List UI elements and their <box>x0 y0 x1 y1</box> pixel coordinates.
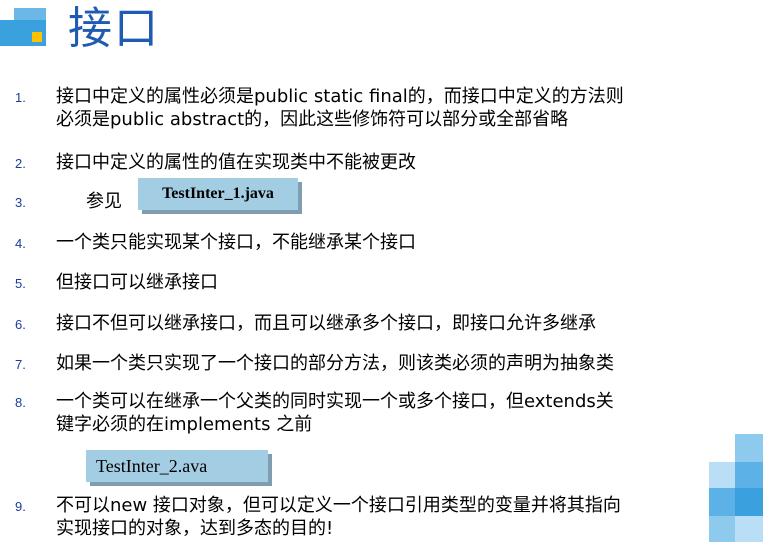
header-blue-square-top <box>14 8 46 22</box>
code-file-box-2: TestInter_2.ava <box>86 450 268 482</box>
item-number: 1. <box>15 90 26 105</box>
item-text-line: 但接口可以继承接口 <box>56 272 218 293</box>
item-number: 9. <box>15 499 26 514</box>
item-prefix-text: 参见 <box>86 191 122 212</box>
item-text-line: 必须是public abstract的，因此这些修饰符可以部分或全部省略 <box>56 109 569 130</box>
item-number: 3. <box>15 195 26 210</box>
item-text-line: 不可以new 接口对象，但可以定义一个接口引用类型的变量并将其指向 <box>56 495 621 516</box>
item-text-line: 一个类可以在继承一个父类的同时实现一个或多个接口，但extends关 <box>56 391 614 412</box>
item-number: 7. <box>15 357 26 372</box>
item-number: 8. <box>15 395 26 410</box>
item-number: 2. <box>15 156 26 171</box>
item-text-line: 一个类只能实现某个接口，不能继承某个接口 <box>56 232 416 253</box>
item-number: 5. <box>15 276 26 291</box>
item-text-line: 如果一个类只实现了一个接口的部分方法，则该类必须的声明为抽象类 <box>56 353 614 374</box>
item-number: 6. <box>15 317 26 332</box>
item-text-line: 接口不但可以继承接口，而且可以继承多个接口，即接口允许多继承 <box>56 313 596 334</box>
item-text-line: 键字必须的在implements 之前 <box>56 414 313 435</box>
item-text-line: 接口中定义的属性的值在实现类中不能被更改 <box>56 152 416 173</box>
item-text-line: 接口中定义的属性必须是public static final的，而接口中定义的方… <box>56 86 624 107</box>
code-file-box-1: TestInter_1.java <box>138 178 298 210</box>
item-number: 4. <box>15 236 26 251</box>
header-yellow-square <box>32 32 42 42</box>
corner-decoration <box>709 434 763 542</box>
slide-title: 接口 <box>68 4 160 53</box>
item-text-line: 实现接口的对象，达到多态的目的! <box>56 518 334 539</box>
